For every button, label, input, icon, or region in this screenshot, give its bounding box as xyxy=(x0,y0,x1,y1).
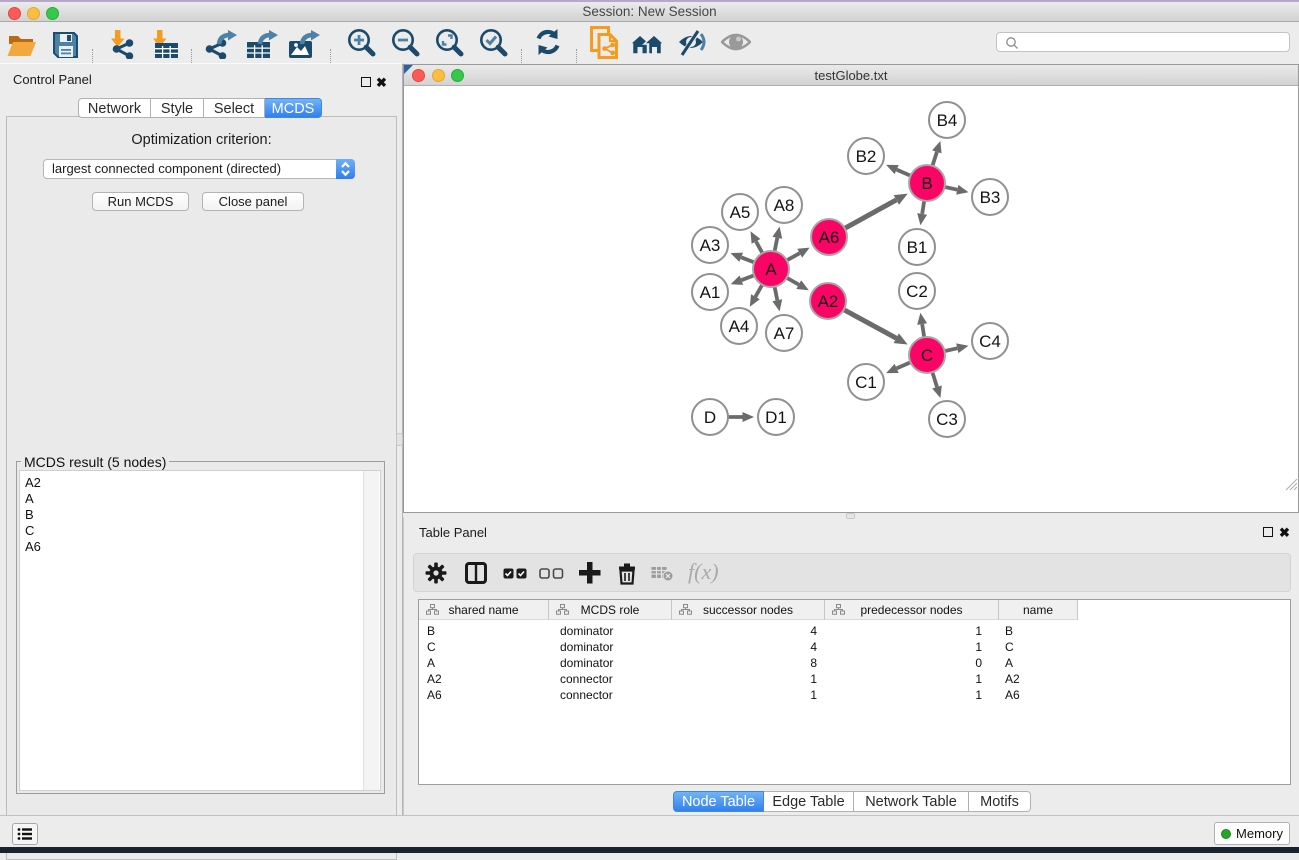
svg-text:A6: A6 xyxy=(819,228,840,247)
svg-text:A7: A7 xyxy=(774,324,795,343)
svg-text:C2: C2 xyxy=(906,282,928,301)
svg-text:B4: B4 xyxy=(937,111,958,130)
svg-text:B: B xyxy=(921,174,932,193)
svg-text:C1: C1 xyxy=(855,373,877,392)
svg-text:B3: B3 xyxy=(980,188,1001,207)
svg-text:A5: A5 xyxy=(730,203,751,222)
svg-text:C4: C4 xyxy=(979,332,1001,351)
svg-text:D1: D1 xyxy=(765,408,787,427)
svg-text:A1: A1 xyxy=(700,283,721,302)
svg-text:C3: C3 xyxy=(936,410,958,429)
svg-text:C: C xyxy=(921,346,933,365)
svg-text:A4: A4 xyxy=(729,317,750,336)
svg-text:A2: A2 xyxy=(818,292,839,311)
svg-text:A3: A3 xyxy=(700,236,721,255)
svg-text:A: A xyxy=(765,260,777,279)
svg-text:B2: B2 xyxy=(856,147,877,166)
svg-text:D: D xyxy=(704,408,716,427)
svg-text:B1: B1 xyxy=(907,238,928,257)
svg-text:A8: A8 xyxy=(774,196,795,215)
